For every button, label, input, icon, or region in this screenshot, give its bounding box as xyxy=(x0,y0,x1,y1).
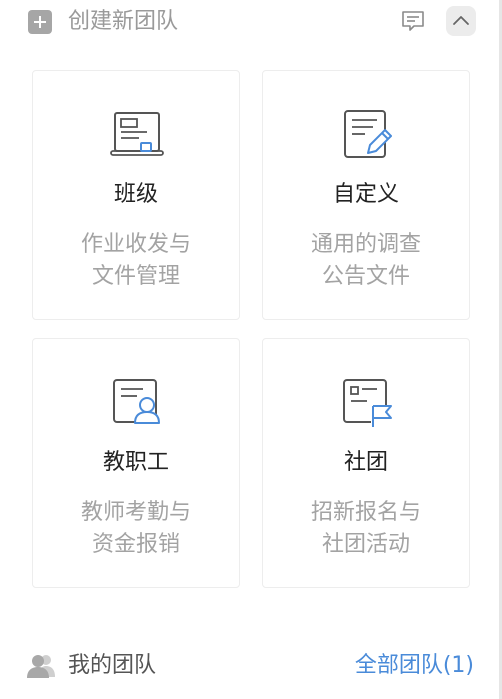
card-description-line: 教师考勤与 xyxy=(80,500,191,525)
my-teams-footer: 我的团队 全部团队(1) xyxy=(0,640,499,690)
create-team-header: 创建新团队 xyxy=(0,0,499,44)
card-description-line: 作业收发与 xyxy=(80,232,191,257)
collapse-button[interactable] xyxy=(446,6,476,36)
team-type-card-custom[interactable]: 自定义 通用的调查 公告文件 xyxy=(262,70,470,320)
edit-document-icon xyxy=(339,107,395,163)
card-description-line: 社团活动 xyxy=(321,532,410,557)
card-title: 教职工 xyxy=(102,450,169,475)
card-description-line: 公告文件 xyxy=(321,264,410,289)
card-title: 班级 xyxy=(113,182,158,207)
feedback-icon[interactable] xyxy=(401,9,425,33)
plus-icon[interactable] xyxy=(28,10,52,34)
team-type-card-club[interactable]: 社团 招新报名与 社团活动 xyxy=(262,338,470,588)
team-type-card-staff[interactable]: 教职工 教师考勤与 资金报销 xyxy=(32,338,240,588)
users-icon xyxy=(26,653,56,679)
club-flag-icon xyxy=(339,375,395,431)
card-description-line: 文件管理 xyxy=(91,264,180,289)
card-description: 作业收发与 文件管理 xyxy=(33,229,239,293)
team-type-card-class[interactable]: 班级 作业收发与 文件管理 xyxy=(32,70,240,320)
all-teams-link[interactable]: 全部团队(1) xyxy=(355,650,474,682)
staff-profile-icon xyxy=(109,375,165,431)
card-title: 自定义 xyxy=(332,182,399,207)
create-team-title[interactable]: 创建新团队 xyxy=(68,6,178,38)
card-title: 社团 xyxy=(343,450,388,475)
card-description: 招新报名与 社团活动 xyxy=(263,497,469,561)
card-description: 通用的调查 公告文件 xyxy=(263,229,469,293)
my-teams-label: 我的团队 xyxy=(68,653,157,678)
card-description: 教师考勤与 资金报销 xyxy=(33,497,239,561)
chevron-up-icon xyxy=(453,16,469,25)
card-description-line: 招新报名与 xyxy=(310,500,421,525)
classroom-board-icon xyxy=(109,107,165,163)
card-description-line: 通用的调查 xyxy=(310,232,421,257)
card-description-line: 资金报销 xyxy=(91,532,180,557)
